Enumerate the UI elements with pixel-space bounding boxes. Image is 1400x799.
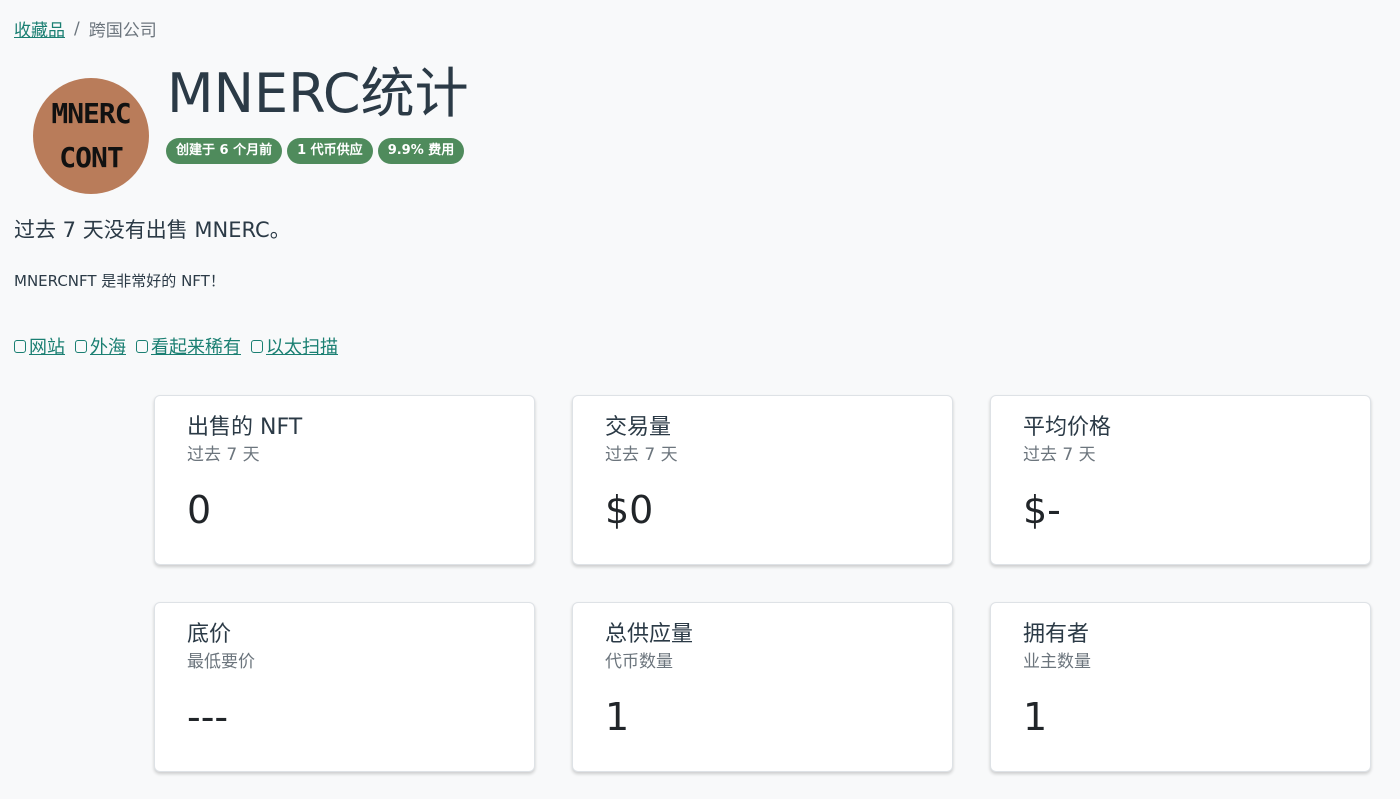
stat-card-volume: 交易量 过去 7 天 $0 <box>572 395 953 565</box>
stat-subtitle: 业主数量 <box>1023 652 1091 672</box>
page-title: MNERC统计 <box>167 62 469 125</box>
badge-supply: 1 代币供应 <box>287 138 373 164</box>
stat-value: --- <box>187 695 229 739</box>
stat-value: 1 <box>605 695 630 739</box>
stat-value: $0 <box>605 488 654 532</box>
stat-subtitle: 过去 7 天 <box>605 445 678 465</box>
stat-card-average-price: 平均价格 过去 7 天 $- <box>990 395 1371 565</box>
collection-logo: MNERC CONT <box>33 78 149 194</box>
logo-text-line2: CONT <box>59 141 123 174</box>
stat-title: 出售的 NFT <box>187 415 303 440</box>
stat-title: 拥有者 <box>1023 622 1090 647</box>
link-opensea[interactable]: 外海 <box>75 333 126 359</box>
stat-subtitle: 过去 7 天 <box>1023 445 1096 465</box>
stat-card-floor-price: 底价 最低要价 --- <box>154 602 535 772</box>
stat-value: 1 <box>1023 695 1048 739</box>
stat-title: 底价 <box>187 622 232 647</box>
stat-title: 总供应量 <box>605 622 694 647</box>
stat-card-nfts-sold: 出售的 NFT 过去 7 天 0 <box>154 395 535 565</box>
square-icon <box>75 339 87 353</box>
breadcrumb-separator: / <box>74 18 80 39</box>
stat-title: 交易量 <box>605 415 672 440</box>
logo-text-line1: MNERC <box>51 97 131 130</box>
breadcrumb: 收藏品 / 跨国公司 <box>14 16 157 42</box>
external-links: 网站 外海 看起来稀有 以太扫描 <box>14 333 338 359</box>
link-website-label: 网站 <box>29 337 65 358</box>
breadcrumb-link-collections[interactable]: 收藏品 <box>14 16 65 41</box>
stat-subtitle: 过去 7 天 <box>187 445 260 465</box>
square-icon <box>251 339 263 353</box>
stat-card-total-supply: 总供应量 代币数量 1 <box>572 602 953 772</box>
stat-title: 平均价格 <box>1023 415 1112 440</box>
link-looksrare[interactable]: 看起来稀有 <box>136 333 241 359</box>
stat-value: $- <box>1023 488 1061 532</box>
badge-fee: 9.9% 费用 <box>377 138 465 164</box>
square-icon <box>136 339 148 353</box>
stat-subtitle: 代币数量 <box>605 652 673 672</box>
stat-subtitle: 最低要价 <box>187 652 255 672</box>
page: 收藏品 / 跨国公司 MNERC CONT MNERC统计 创建于 6 个月前 … <box>0 0 1400 799</box>
sales-summary: 过去 7 天没有出售 MNERC。 <box>14 218 291 242</box>
badge-created: 创建于 6 个月前 <box>166 138 283 164</box>
collection-description: MNERCNFT 是非常好的 NFT！ <box>14 272 225 290</box>
link-etherscan-label: 以太扫描 <box>266 337 338 358</box>
breadcrumb-current: 跨国公司 <box>88 21 157 41</box>
stat-card-owners: 拥有者 业主数量 1 <box>990 602 1371 772</box>
stat-value: 0 <box>187 488 212 532</box>
link-etherscan[interactable]: 以太扫描 <box>251 333 338 359</box>
stats-grid: 出售的 NFT 过去 7 天 0 交易量 过去 7 天 $0 平均价格 过去 7… <box>154 395 1371 772</box>
link-opensea-label: 外海 <box>90 337 126 358</box>
bookmark-icon <box>14 339 26 353</box>
link-looksrare-label: 看起来稀有 <box>151 337 241 358</box>
badge-group: 创建于 6 个月前 1 代币供应 9.9% 费用 <box>166 138 465 164</box>
link-website[interactable]: 网站 <box>14 333 65 359</box>
